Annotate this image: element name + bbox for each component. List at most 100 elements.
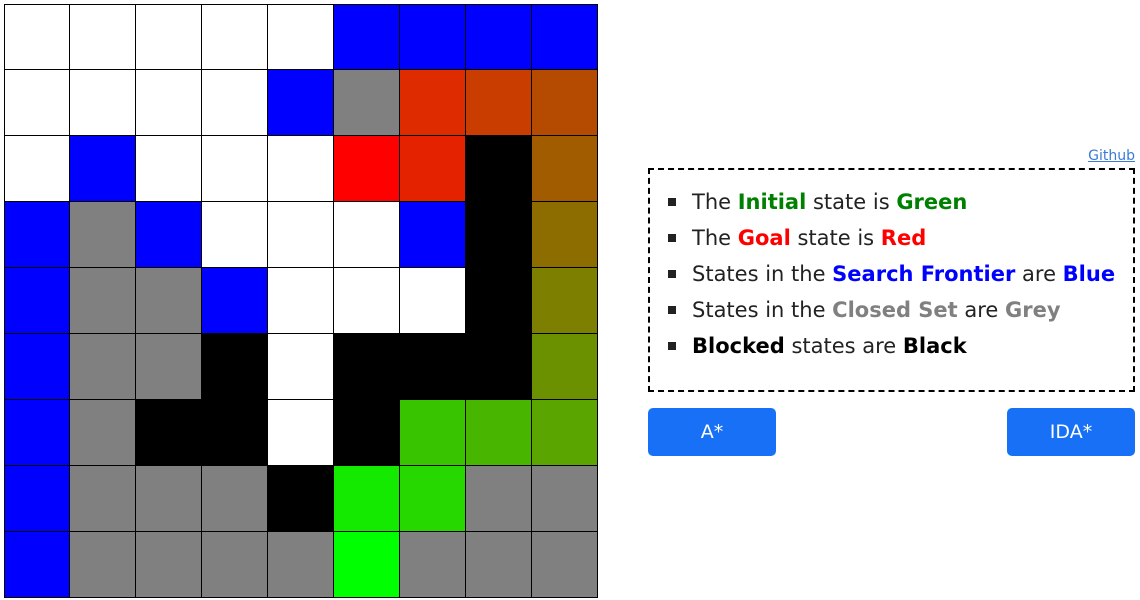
grid-cell-8-5[interactable] bbox=[334, 532, 400, 598]
square-bullet-icon bbox=[668, 270, 676, 278]
grid-cell-7-8[interactable] bbox=[532, 466, 598, 532]
grid-cell-7-0[interactable] bbox=[4, 466, 70, 532]
grid-cell-2-8[interactable] bbox=[532, 136, 598, 202]
legend-text: The bbox=[692, 190, 738, 214]
grid-cell-5-1[interactable] bbox=[70, 334, 136, 400]
grid-cell-0-8[interactable] bbox=[532, 4, 598, 70]
grid-cell-2-2[interactable] bbox=[136, 136, 202, 202]
grid-cell-7-6[interactable] bbox=[400, 466, 466, 532]
grid-cell-5-4[interactable] bbox=[268, 334, 334, 400]
grid-cell-3-1[interactable] bbox=[70, 202, 136, 268]
square-bullet-icon bbox=[668, 198, 676, 206]
grid-cell-1-2[interactable] bbox=[136, 70, 202, 136]
grid-cell-7-1[interactable] bbox=[70, 466, 136, 532]
grid-cell-5-2[interactable] bbox=[136, 334, 202, 400]
grid-cell-6-5[interactable] bbox=[334, 400, 400, 466]
grid-cell-8-4[interactable] bbox=[268, 532, 334, 598]
grid-cell-3-5[interactable] bbox=[334, 202, 400, 268]
idastar-button[interactable]: IDA* bbox=[1007, 408, 1135, 456]
grid-cell-5-0[interactable] bbox=[4, 334, 70, 400]
grid-cell-1-1[interactable] bbox=[70, 70, 136, 136]
legend-text: state is bbox=[806, 190, 897, 214]
grid-cell-8-7[interactable] bbox=[466, 532, 532, 598]
grid-cell-6-7[interactable] bbox=[466, 400, 532, 466]
grid-cell-5-6[interactable] bbox=[400, 334, 466, 400]
grid-cell-0-5[interactable] bbox=[334, 4, 400, 70]
legend-text: state is bbox=[790, 226, 881, 250]
grid-cell-7-2[interactable] bbox=[136, 466, 202, 532]
grid-cell-0-2[interactable] bbox=[136, 4, 202, 70]
legend-text: Initial bbox=[737, 190, 807, 214]
square-bullet-icon bbox=[668, 306, 676, 314]
legend-text: Grey bbox=[1005, 298, 1061, 322]
grid-cell-0-4[interactable] bbox=[268, 4, 334, 70]
grid-cell-1-5[interactable] bbox=[334, 70, 400, 136]
grid-cell-2-4[interactable] bbox=[268, 136, 334, 202]
github-link[interactable]: Github bbox=[1088, 148, 1135, 164]
legend-item: Blocked states are Black bbox=[668, 328, 1117, 364]
grid-cell-2-3[interactable] bbox=[202, 136, 268, 202]
grid-cell-6-3[interactable] bbox=[202, 400, 268, 466]
grid-cell-5-7[interactable] bbox=[466, 334, 532, 400]
grid-cell-0-3[interactable] bbox=[202, 4, 268, 70]
grid-cell-7-4[interactable] bbox=[268, 466, 334, 532]
legend-text: Search Frontier bbox=[832, 262, 1016, 286]
grid-cell-3-7[interactable] bbox=[466, 202, 532, 268]
square-bullet-icon bbox=[668, 234, 676, 242]
grid-cell-6-8[interactable] bbox=[532, 400, 598, 466]
legend-text: The bbox=[692, 226, 738, 250]
grid-cell-0-6[interactable] bbox=[400, 4, 466, 70]
grid-cell-7-5[interactable] bbox=[334, 466, 400, 532]
grid-cell-5-8[interactable] bbox=[532, 334, 598, 400]
astar-button[interactable]: A* bbox=[648, 408, 776, 456]
grid-cell-1-0[interactable] bbox=[4, 70, 70, 136]
grid-cell-7-3[interactable] bbox=[202, 466, 268, 532]
grid-cell-3-2[interactable] bbox=[136, 202, 202, 268]
grid-cell-2-0[interactable] bbox=[4, 136, 70, 202]
grid-cell-4-1[interactable] bbox=[70, 268, 136, 334]
legend-text: are bbox=[957, 298, 1006, 322]
grid-cell-4-2[interactable] bbox=[136, 268, 202, 334]
grid-cell-0-0[interactable] bbox=[4, 4, 70, 70]
grid-cell-3-6[interactable] bbox=[400, 202, 466, 268]
grid-cell-6-1[interactable] bbox=[70, 400, 136, 466]
grid-cell-8-3[interactable] bbox=[202, 532, 268, 598]
grid-cell-6-4[interactable] bbox=[268, 400, 334, 466]
grid-cell-8-8[interactable] bbox=[532, 532, 598, 598]
grid-cell-4-8[interactable] bbox=[532, 268, 598, 334]
grid-cell-4-0[interactable] bbox=[4, 268, 70, 334]
grid-cell-5-5[interactable] bbox=[334, 334, 400, 400]
grid-cell-3-3[interactable] bbox=[202, 202, 268, 268]
grid-cell-3-8[interactable] bbox=[532, 202, 598, 268]
grid-cell-4-5[interactable] bbox=[334, 268, 400, 334]
grid-cell-1-7[interactable] bbox=[466, 70, 532, 136]
grid-cell-2-6[interactable] bbox=[400, 136, 466, 202]
grid-cell-8-0[interactable] bbox=[4, 532, 70, 598]
legend-item: States in the Closed Set are Grey bbox=[668, 292, 1117, 328]
grid-cell-6-0[interactable] bbox=[4, 400, 70, 466]
grid-cell-4-7[interactable] bbox=[466, 268, 532, 334]
grid-cell-7-7[interactable] bbox=[466, 466, 532, 532]
grid-cell-6-2[interactable] bbox=[136, 400, 202, 466]
grid-cell-3-4[interactable] bbox=[268, 202, 334, 268]
grid-cell-8-2[interactable] bbox=[136, 532, 202, 598]
grid-cell-4-3[interactable] bbox=[202, 268, 268, 334]
legend-text: Blocked bbox=[692, 334, 785, 358]
grid-cell-6-6[interactable] bbox=[400, 400, 466, 466]
legend-text: Closed Set bbox=[832, 298, 958, 322]
grid-cell-1-8[interactable] bbox=[532, 70, 598, 136]
grid-cell-3-0[interactable] bbox=[4, 202, 70, 268]
grid-cell-0-7[interactable] bbox=[466, 4, 532, 70]
grid-cell-5-3[interactable] bbox=[202, 334, 268, 400]
grid-cell-8-1[interactable] bbox=[70, 532, 136, 598]
grid-cell-1-4[interactable] bbox=[268, 70, 334, 136]
grid-cell-8-6[interactable] bbox=[400, 532, 466, 598]
grid-cell-1-6[interactable] bbox=[400, 70, 466, 136]
grid-cell-1-3[interactable] bbox=[202, 70, 268, 136]
grid-cell-2-1[interactable] bbox=[70, 136, 136, 202]
grid-cell-2-5[interactable] bbox=[334, 136, 400, 202]
grid-cell-4-6[interactable] bbox=[400, 268, 466, 334]
grid-cell-4-4[interactable] bbox=[268, 268, 334, 334]
grid-cell-0-1[interactable] bbox=[70, 4, 136, 70]
grid-cell-2-7[interactable] bbox=[466, 136, 532, 202]
